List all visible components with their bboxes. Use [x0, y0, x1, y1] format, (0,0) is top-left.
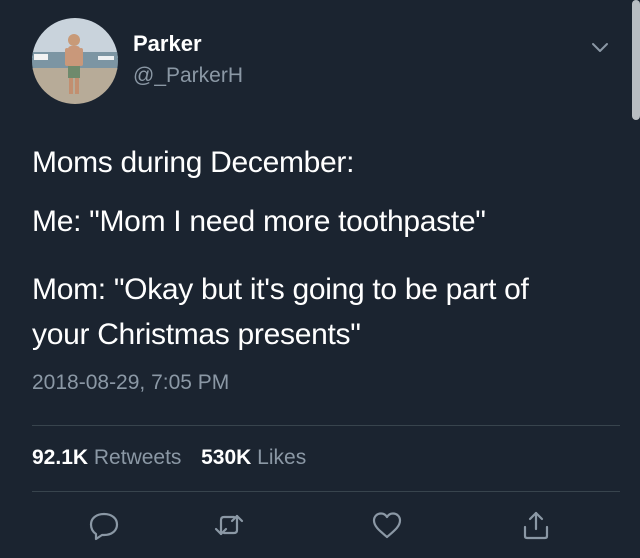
user-handle[interactable]: @_ParkerH [133, 64, 243, 88]
avatar[interactable] [32, 18, 118, 104]
divider [32, 491, 620, 492]
like-icon[interactable] [370, 508, 404, 542]
reply-icon[interactable] [87, 508, 121, 542]
tweet-text-line: Me: "Mom I need more toothpaste" [32, 205, 486, 238]
retweets-count: 92.1K [32, 446, 89, 469]
tweet-text-line: Moms during December: [32, 146, 355, 179]
likes-label: Likes [257, 446, 307, 469]
divider [32, 425, 620, 426]
avatar-photo [32, 18, 118, 104]
scrollbar[interactable] [632, 0, 640, 120]
likes-count: 530K [201, 446, 252, 469]
chevron-down-icon[interactable] [589, 36, 611, 58]
tweet-stats: 92.1K Retweets 530K Likes [32, 446, 306, 470]
retweets-stat[interactable]: 92.1K Retweets [32, 446, 181, 469]
likes-stat[interactable]: 530K Likes [201, 446, 306, 469]
tweet-text-line: your Christmas presents" [32, 318, 361, 351]
retweets-label: Retweets [93, 446, 182, 469]
retweet-icon[interactable] [212, 508, 246, 542]
display-name[interactable]: Parker [133, 31, 202, 57]
tweet-text-line: Mom: "Okay but it's going to be part of [32, 273, 529, 306]
share-icon[interactable] [519, 508, 553, 542]
tweet-timestamp[interactable]: 2018-08-29, 7:05 PM [32, 371, 229, 395]
